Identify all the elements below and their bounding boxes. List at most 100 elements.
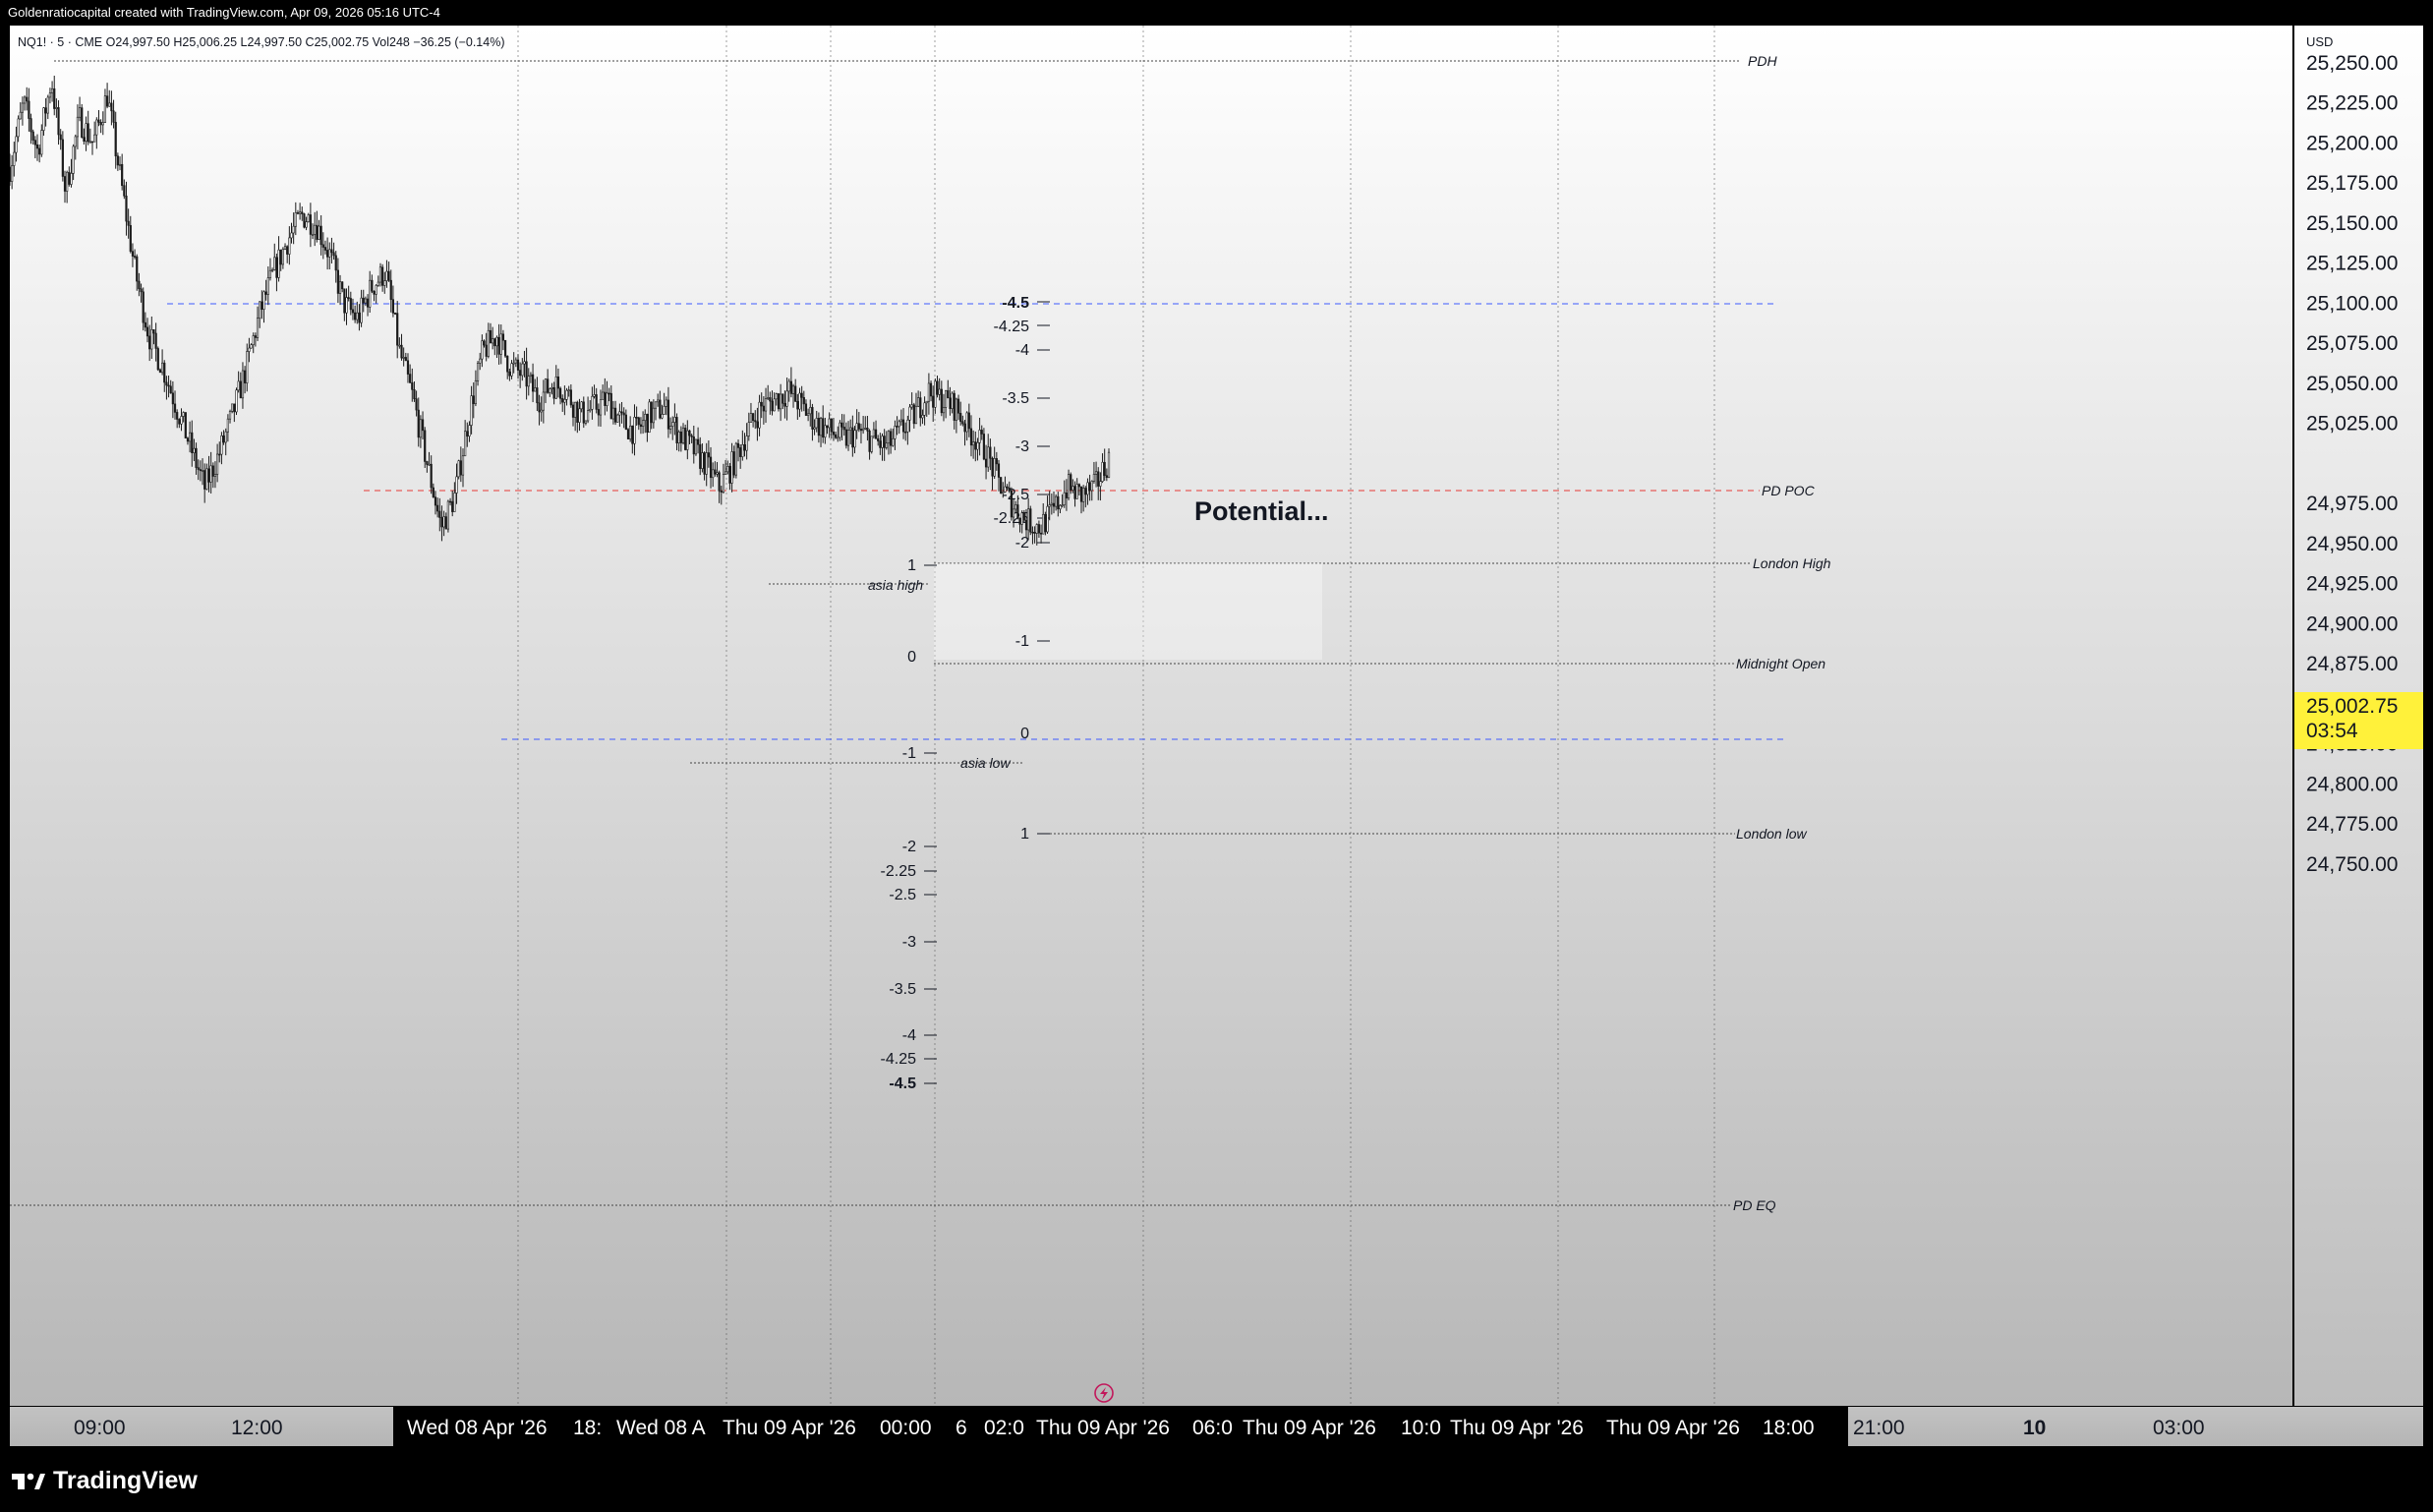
candle: [910, 392, 913, 410]
fib-upper-label: -4: [1015, 342, 1029, 359]
candle: [129, 215, 132, 254]
candle: [461, 448, 465, 488]
candle: [822, 405, 825, 443]
candle: [1035, 523, 1038, 546]
candle: [855, 409, 858, 439]
candle: [311, 223, 315, 240]
candle: [631, 425, 634, 454]
candle: [749, 402, 753, 423]
candle: [874, 420, 878, 439]
fib-lower-label: -3.5: [889, 981, 916, 998]
candle: [396, 301, 399, 359]
price-axis[interactable]: USD 25,250.00 25,225.00 25,200.00 25,175.00…: [2294, 26, 2423, 1406]
candle: [78, 96, 82, 122]
time-tick: 03:00: [2153, 1417, 2205, 1439]
candle: [231, 403, 234, 414]
tradingview-logo[interactable]: TradingView: [12, 1467, 198, 1495]
candle: [1090, 480, 1093, 501]
candle: [842, 414, 845, 436]
candle: [489, 322, 492, 344]
candle: [55, 98, 58, 118]
candle: [754, 410, 757, 430]
candle: [228, 409, 232, 424]
candle: [534, 378, 537, 392]
candle: [794, 378, 797, 402]
candle: [328, 242, 331, 270]
chart-pane[interactable]: PDH PD POC London High Midnight Open asi…: [10, 26, 2292, 1406]
candle: [470, 385, 473, 435]
candle: [787, 378, 790, 402]
candle: [252, 332, 255, 354]
candle: [1092, 461, 1096, 484]
candle: [890, 428, 893, 454]
candle: [826, 425, 829, 435]
candle: [446, 499, 450, 533]
candle: [144, 312, 146, 332]
candle: [637, 416, 640, 431]
candle: [1061, 494, 1064, 508]
ohlc-legend: NQ1! · 5 · CME O24,997.50 H25,006.25 L24…: [18, 35, 504, 49]
candle: [967, 403, 970, 437]
candle: [576, 400, 579, 434]
time-axis[interactable]: 09:00 12:00 Wed 08 Apr '26 18: Wed 08 A …: [10, 1407, 2423, 1446]
candle: [1099, 472, 1102, 501]
candle: [959, 401, 962, 426]
candle: [197, 459, 200, 481]
midnight-open-label: Midnight Open: [1736, 656, 1825, 671]
candle: [956, 394, 960, 421]
candle: [336, 258, 339, 304]
candle: [389, 269, 392, 313]
candle: [599, 389, 603, 428]
candle: [582, 396, 585, 429]
candle: [540, 396, 543, 422]
candle: [620, 401, 623, 424]
chart-plot[interactable]: PDH PD POC London High Midnight Open asi…: [10, 26, 2292, 1406]
candle: [912, 402, 915, 429]
candle: [186, 436, 190, 445]
candle: [584, 420, 588, 426]
candle: [927, 373, 930, 415]
candle: [811, 403, 814, 441]
candle: [1029, 505, 1032, 536]
candle: [586, 396, 590, 424]
candle: [859, 423, 863, 444]
candle: [442, 510, 445, 537]
candle: [250, 343, 253, 349]
time-overlay-label: 06:0: [1192, 1417, 1233, 1439]
lightning-icon[interactable]: [1094, 1383, 1114, 1403]
candle: [472, 382, 475, 419]
candle: [980, 425, 983, 440]
candle: [677, 430, 680, 452]
pd-eq-label: PD EQ: [1733, 1197, 1776, 1213]
candle: [207, 455, 210, 493]
candle: [782, 393, 784, 410]
candle: [17, 115, 20, 143]
candle: [495, 335, 498, 359]
candle: [15, 126, 18, 162]
candle: [1057, 492, 1060, 517]
candle: [23, 95, 27, 111]
candle: [591, 386, 594, 420]
candle: [138, 272, 141, 297]
candle: [569, 383, 572, 408]
candle: [940, 380, 943, 417]
candle: [839, 420, 841, 441]
candle: [609, 385, 612, 420]
time-overlay-label: Wed 08 A: [616, 1417, 706, 1439]
candle: [813, 419, 816, 436]
candle: [46, 94, 49, 120]
candle: [156, 346, 159, 372]
candle: [720, 486, 723, 505]
candle: [371, 274, 374, 293]
price-tick: 24,900.00: [2306, 612, 2398, 635]
candle: [1048, 491, 1051, 521]
candle: [105, 83, 109, 109]
candle: [123, 179, 126, 200]
candle: [356, 301, 359, 324]
candle: [705, 442, 708, 487]
candle: [661, 404, 664, 420]
candle: [259, 301, 261, 328]
candle: [1046, 495, 1049, 534]
candle: [262, 290, 265, 323]
candle: [684, 424, 687, 451]
